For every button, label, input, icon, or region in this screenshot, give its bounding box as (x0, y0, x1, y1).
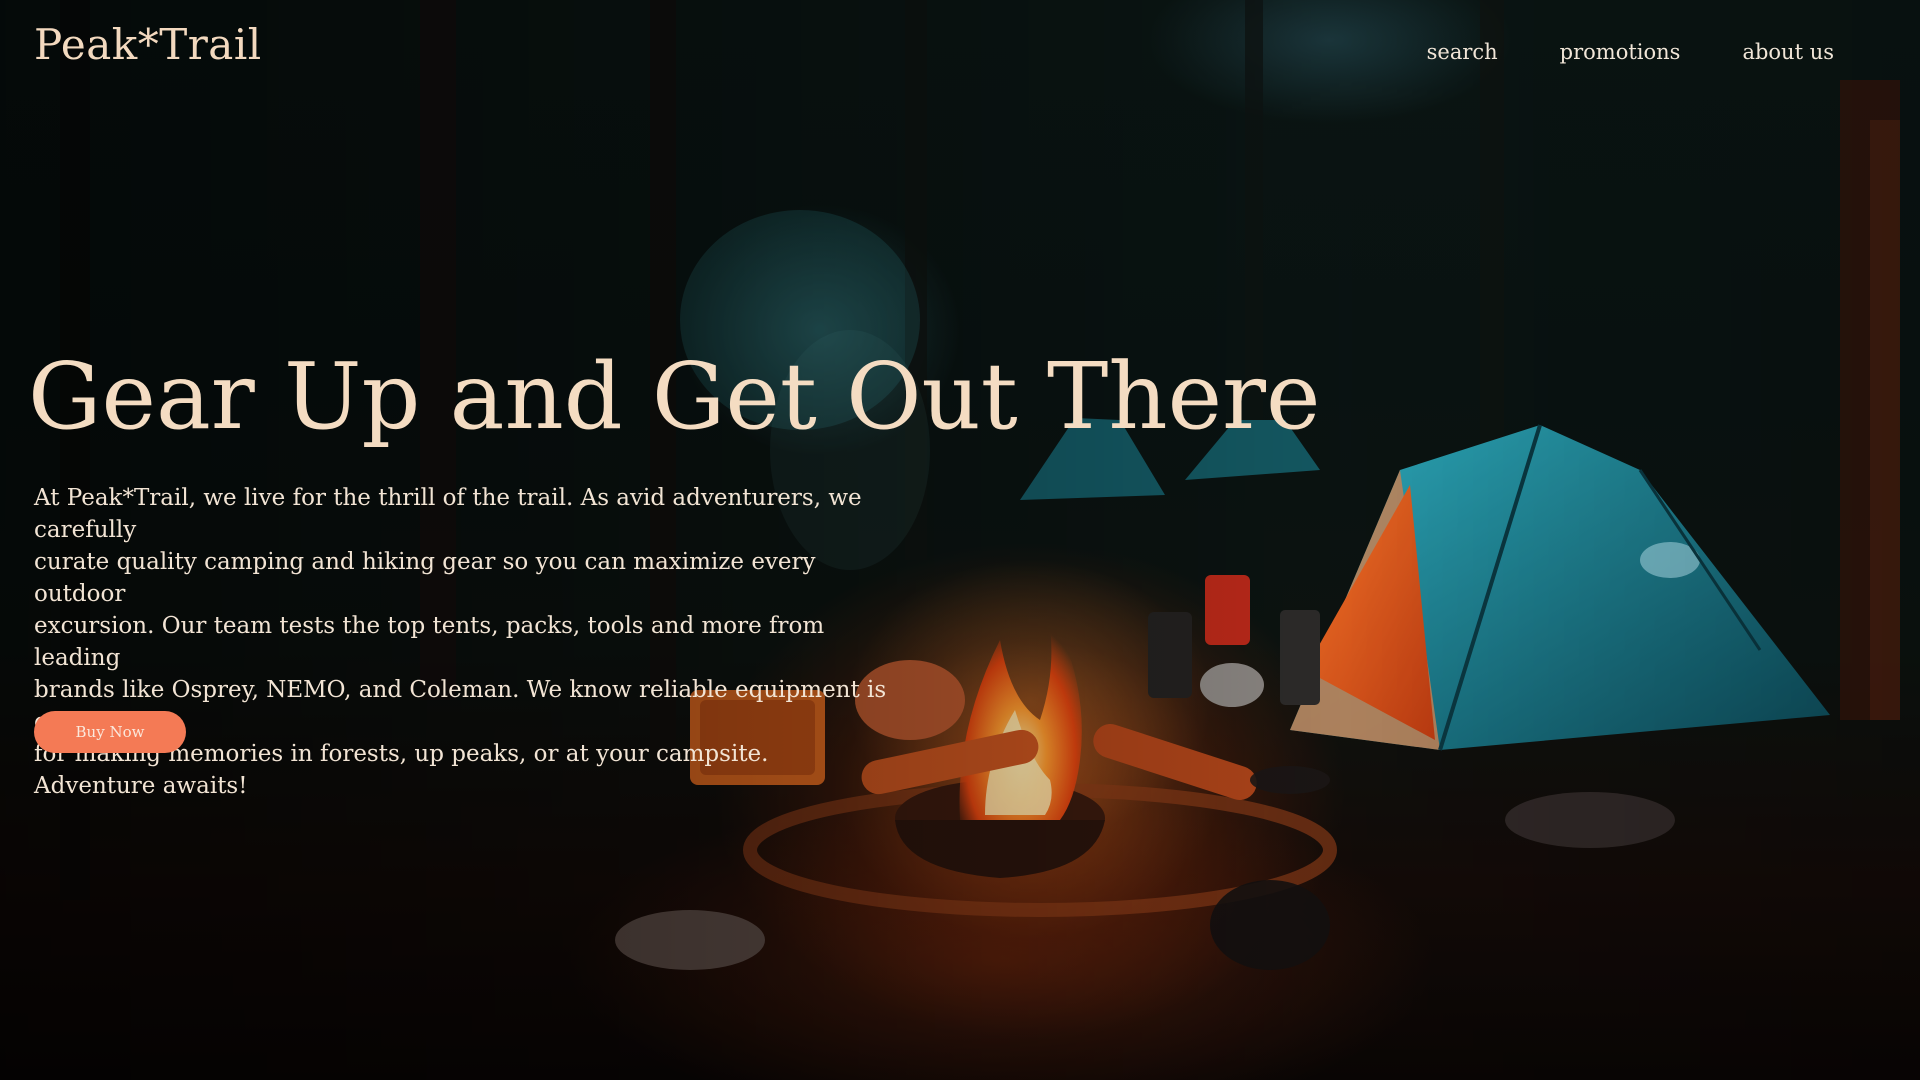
nav-item-about-us[interactable]: about us (1742, 40, 1834, 64)
hero-description-line: excursion. Our team tests the top tents,… (34, 613, 825, 671)
buy-now-button[interactable]: Buy Now (34, 711, 186, 753)
hero-description: At Peak*Trail, we live for the thrill of… (34, 482, 914, 802)
hero-title: Gear Up and Get Out There (28, 343, 1321, 450)
hero-description-line: At Peak*Trail, we live for the thrill of… (34, 485, 862, 543)
nav-item-search[interactable]: search (1427, 40, 1498, 64)
top-nav: search promotions about us (1427, 40, 1834, 64)
nav-item-promotions[interactable]: promotions (1560, 40, 1681, 64)
brand-logo[interactable]: Peak*Trail (34, 20, 262, 69)
hero-description-line: Adventure awaits! (34, 773, 248, 799)
hero-description-line: curate quality camping and hiking gear s… (34, 549, 816, 607)
landing-page: Peak*Trail search promotions about us Ge… (0, 0, 1920, 1080)
